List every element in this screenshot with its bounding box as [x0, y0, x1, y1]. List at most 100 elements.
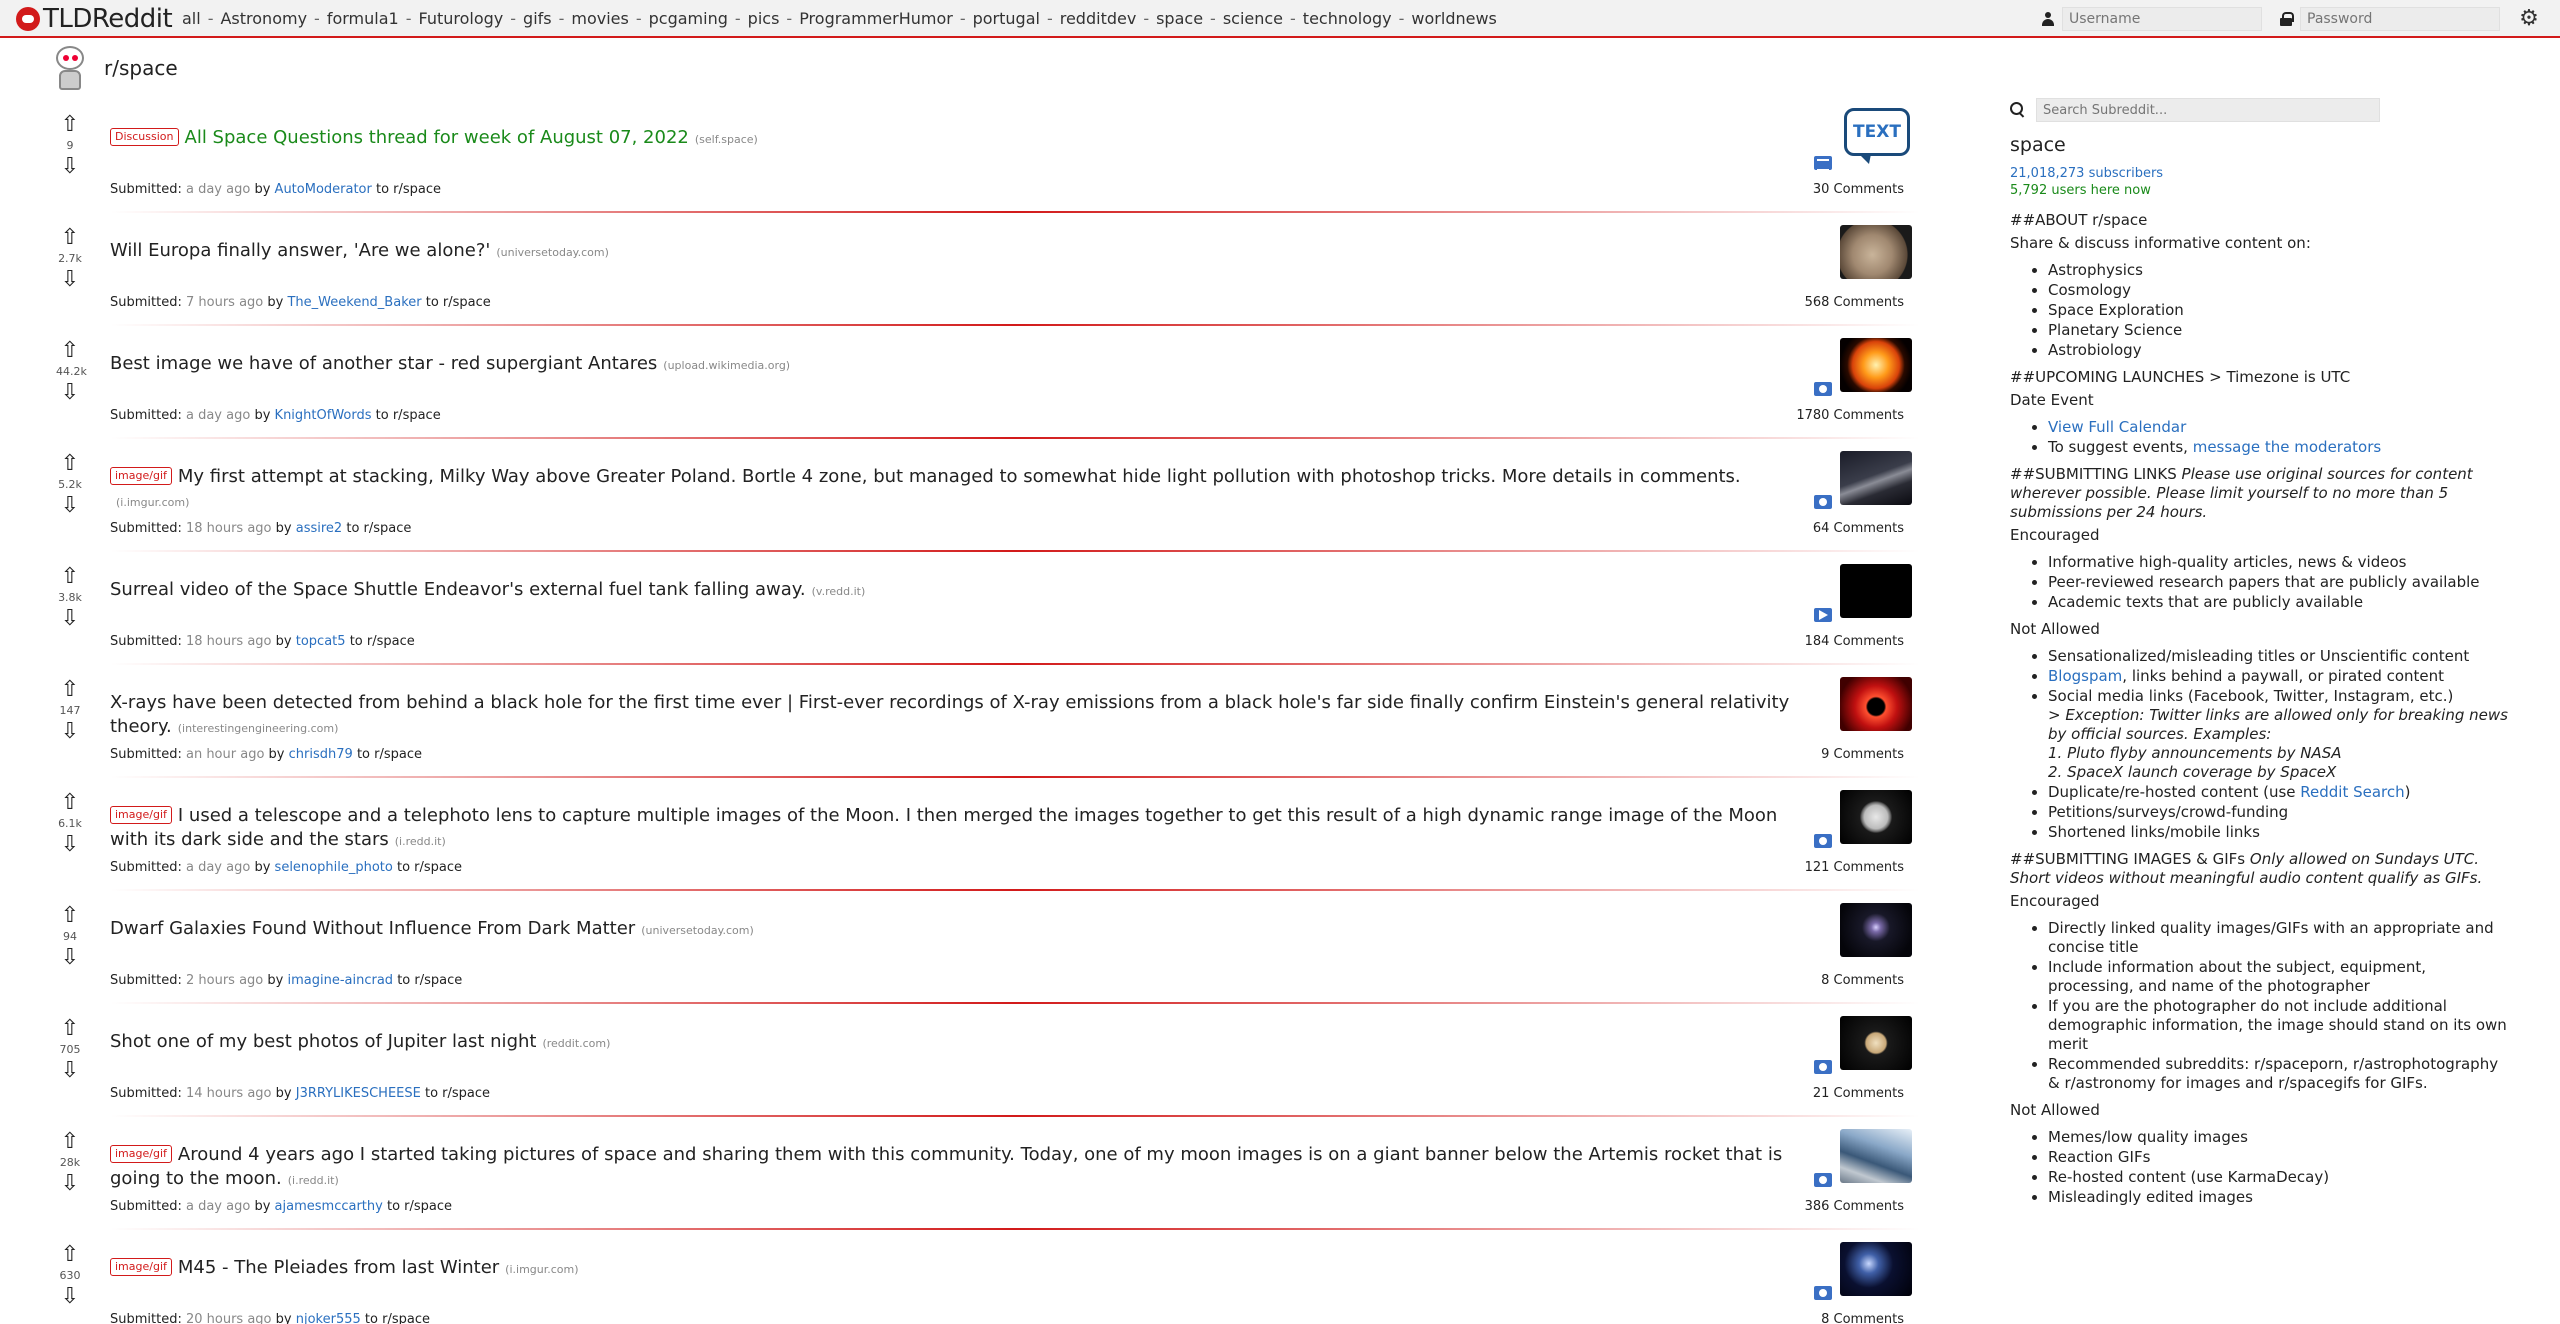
- post-author[interactable]: chrisdh79: [289, 747, 353, 762]
- post-title-link[interactable]: Shot one of my best photos of Jupiter la…: [110, 1031, 536, 1052]
- post-thumbnail[interactable]: [1840, 451, 1912, 505]
- downvote-icon[interactable]: ⇩: [56, 608, 84, 630]
- nav-link-portugal[interactable]: portugal: [973, 9, 1040, 28]
- post-title-link[interactable]: My first attempt at stacking, Milky Way …: [178, 466, 1741, 487]
- post-domain[interactable]: (v.redd.it): [812, 585, 866, 598]
- upvote-icon[interactable]: ⇧: [56, 227, 84, 249]
- post-domain[interactable]: (i.redd.it): [288, 1174, 339, 1187]
- upvote-icon[interactable]: ⇧: [56, 679, 84, 701]
- downvote-icon[interactable]: ⇩: [56, 382, 84, 404]
- post-title-link[interactable]: Best image we have of another star - red…: [110, 353, 657, 374]
- post-subreddit[interactable]: to r/space: [365, 1312, 430, 1324]
- post-thumbnail[interactable]: [1840, 903, 1912, 957]
- post-domain[interactable]: (upload.wikimedia.org): [663, 359, 790, 372]
- post-subreddit[interactable]: to r/space: [357, 747, 422, 762]
- nav-link-astronomy[interactable]: Astronomy: [220, 9, 307, 28]
- upvote-icon[interactable]: ⇧: [56, 114, 84, 136]
- nav-link-movies[interactable]: movies: [571, 9, 628, 28]
- comments-link[interactable]: 64 Comments: [1813, 521, 1904, 536]
- camera-icon[interactable]: [1814, 1060, 1832, 1074]
- logo[interactable]: TLDReddit: [16, 4, 173, 34]
- post-author[interactable]: J3RRYLIKESCHEESE: [296, 1086, 421, 1101]
- comments-link[interactable]: 568 Comments: [1805, 295, 1904, 310]
- nav-link-futurology[interactable]: Futurology: [418, 9, 503, 28]
- post-title-link[interactable]: X-rays have been detected from behind a …: [110, 692, 1789, 737]
- post-thumbnail[interactable]: [1840, 564, 1912, 618]
- comments-link[interactable]: 121 Comments: [1805, 860, 1904, 875]
- upvote-icon[interactable]: ⇧: [56, 905, 84, 927]
- username-input[interactable]: [2062, 7, 2262, 31]
- text-thumbnail[interactable]: TEXT: [1844, 108, 1910, 164]
- camera-icon[interactable]: [1814, 382, 1832, 396]
- post-domain[interactable]: (i.redd.it): [395, 835, 446, 848]
- post-title-link[interactable]: Will Europa finally answer, 'Are we alon…: [110, 240, 490, 261]
- view-calendar-link[interactable]: View Full Calendar: [2048, 418, 2186, 436]
- post-domain[interactable]: (i.imgur.com): [116, 496, 189, 509]
- subreddit-title[interactable]: r/space: [104, 56, 178, 80]
- post-author[interactable]: topcat5: [296, 634, 346, 649]
- post-thumbnail[interactable]: [1840, 677, 1912, 731]
- blogspam-link[interactable]: Blogspam: [2048, 667, 2122, 685]
- downvote-icon[interactable]: ⇩: [56, 1286, 84, 1308]
- post-author[interactable]: KnightOfWords: [275, 408, 372, 423]
- comments-link[interactable]: 9 Comments: [1821, 747, 1904, 762]
- comments-link[interactable]: 184 Comments: [1805, 634, 1904, 649]
- comments-link[interactable]: 1780 Comments: [1796, 408, 1904, 423]
- post-subreddit[interactable]: to r/space: [397, 860, 462, 875]
- post-thumbnail[interactable]: [1840, 1016, 1912, 1070]
- downvote-icon[interactable]: ⇩: [56, 1173, 84, 1195]
- post-domain[interactable]: (universetoday.com): [641, 924, 754, 937]
- downvote-icon[interactable]: ⇩: [56, 834, 84, 856]
- post-subreddit[interactable]: to r/space: [346, 521, 411, 536]
- gear-icon[interactable]: ⚙: [2518, 8, 2540, 30]
- post-author[interactable]: njoker555: [296, 1312, 361, 1324]
- post-thumbnail[interactable]: [1840, 1242, 1912, 1296]
- downvote-icon[interactable]: ⇩: [56, 156, 84, 178]
- post-subreddit[interactable]: to r/space: [376, 182, 441, 197]
- post-author[interactable]: AutoModerator: [275, 182, 372, 197]
- upvote-icon[interactable]: ⇧: [56, 1018, 84, 1040]
- camera-icon[interactable]: [1814, 1286, 1832, 1300]
- upvote-icon[interactable]: ⇧: [56, 340, 84, 362]
- post-author[interactable]: imagine-aincrad: [287, 973, 393, 988]
- post-thumbnail[interactable]: [1840, 338, 1912, 392]
- post-domain[interactable]: (interestingengineering.com): [178, 722, 339, 735]
- downvote-icon[interactable]: ⇩: [56, 721, 84, 743]
- post-title-link[interactable]: Around 4 years ago I started taking pict…: [110, 1144, 1782, 1189]
- upvote-icon[interactable]: ⇧: [56, 453, 84, 475]
- post-thumbnail[interactable]: [1840, 790, 1912, 844]
- post-subreddit[interactable]: to r/space: [426, 295, 491, 310]
- comments-link[interactable]: 8 Comments: [1821, 1312, 1904, 1324]
- post-domain[interactable]: (reddit.com): [542, 1037, 610, 1050]
- comments-link[interactable]: 21 Comments: [1813, 1086, 1904, 1101]
- downvote-icon[interactable]: ⇩: [56, 1060, 84, 1082]
- upvote-icon[interactable]: ⇧: [56, 1131, 84, 1153]
- post-title-link[interactable]: Dwarf Galaxies Found Without Influence F…: [110, 918, 635, 939]
- message-moderators-link[interactable]: message the moderators: [2193, 438, 2382, 456]
- post-subreddit[interactable]: to r/space: [397, 973, 462, 988]
- post-subreddit[interactable]: to r/space: [376, 408, 441, 423]
- post-subreddit[interactable]: to r/space: [425, 1086, 490, 1101]
- upvote-icon[interactable]: ⇧: [56, 1244, 84, 1266]
- nav-link-all[interactable]: all: [182, 9, 201, 28]
- reddit-search-link[interactable]: Reddit Search: [2300, 783, 2404, 801]
- post-thumbnail[interactable]: [1840, 225, 1912, 279]
- comments-link[interactable]: 386 Comments: [1805, 1199, 1904, 1214]
- text-post-icon[interactable]: [1814, 156, 1832, 171]
- post-title-link[interactable]: Surreal video of the Space Shuttle Endea…: [110, 579, 806, 600]
- post-author[interactable]: The_Weekend_Baker: [287, 295, 421, 310]
- comments-link[interactable]: 30 Comments: [1813, 182, 1904, 197]
- camera-icon[interactable]: [1814, 495, 1832, 509]
- nav-link-science[interactable]: science: [1223, 9, 1283, 28]
- nav-link-programmerhumor[interactable]: ProgrammerHumor: [799, 9, 953, 28]
- post-author[interactable]: ajamesmccarthy: [275, 1199, 383, 1214]
- nav-link-gifs[interactable]: gifs: [523, 9, 552, 28]
- nav-link-redditdev[interactable]: redditdev: [1060, 9, 1137, 28]
- post-domain[interactable]: (self.space): [695, 133, 758, 146]
- downvote-icon[interactable]: ⇩: [56, 947, 84, 969]
- post-subreddit[interactable]: to r/space: [387, 1199, 452, 1214]
- post-subreddit[interactable]: to r/space: [350, 634, 415, 649]
- camera-icon[interactable]: [1814, 1173, 1832, 1187]
- camera-icon[interactable]: [1814, 834, 1832, 848]
- nav-link-formula1[interactable]: formula1: [327, 9, 399, 28]
